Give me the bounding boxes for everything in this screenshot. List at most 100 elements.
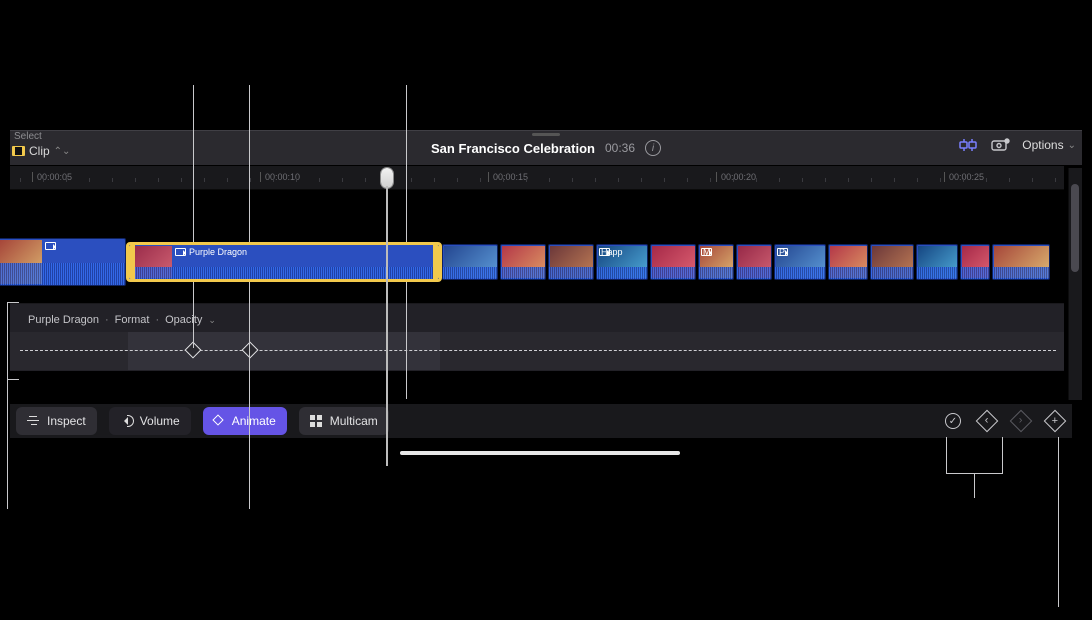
- timeline-clip[interactable]: [828, 244, 868, 280]
- ruler-microtick: [112, 178, 113, 182]
- ruler-microtick: [687, 178, 688, 182]
- timeline-clip[interactable]: [736, 244, 772, 280]
- timeline-clip[interactable]: [916, 244, 958, 280]
- record-voiceover-icon[interactable]: [990, 137, 1010, 153]
- callout-line: [974, 473, 975, 498]
- keyframe-icon: [214, 415, 226, 427]
- ruler-microtick: [733, 178, 734, 182]
- callout-line: [193, 85, 194, 348]
- multicam-icon: [310, 415, 324, 427]
- vertical-scroll-handle[interactable]: [1071, 184, 1079, 272]
- timeline-clip[interactable]: [870, 244, 914, 280]
- keyframe-lane[interactable]: [10, 332, 1064, 370]
- ruler-tick: 00:00:15: [488, 172, 528, 182]
- timeline-clip[interactable]: [992, 244, 1050, 280]
- ruler-microtick: [572, 178, 573, 182]
- options-menu[interactable]: Options ⌄: [1022, 138, 1076, 152]
- select-mode-label: Clip: [29, 144, 50, 158]
- select-mode-popup[interactable]: Clip ⌃⌄: [12, 144, 70, 158]
- timeline-clip[interactable]: Purple Dragon: [128, 244, 440, 280]
- ruler-microtick: [871, 178, 872, 182]
- keyframe-parameter-popup[interactable]: Purple Dragon · Format · Opacity ⌄: [28, 314, 216, 326]
- ruler-microtick: [43, 178, 44, 182]
- clip-audio-waveform: [871, 267, 913, 279]
- timeline-clip[interactable]: [650, 244, 696, 280]
- ruler-microtick: [802, 178, 803, 182]
- clip-audio-waveform: [0, 263, 125, 285]
- keyframe-clip-range: [128, 332, 440, 370]
- clip-audio-waveform: [917, 267, 957, 279]
- timeline-clip[interactable]: [0, 238, 126, 286]
- ruler-microtick: [825, 178, 826, 182]
- project-duration: 00:36: [605, 141, 635, 155]
- horizontal-scrollbar[interactable]: [400, 451, 680, 455]
- ruler-microtick: [641, 178, 642, 182]
- ruler-tick: 00:00:20: [716, 172, 756, 182]
- timeline-clip[interactable]: [548, 244, 594, 280]
- separator-dot: ·: [155, 314, 159, 326]
- timeline-header: Select Clip ⌃⌄ San Francisco Celebration…: [10, 130, 1082, 165]
- timeline-ruler[interactable]: 00:00:0500:00:1000:00:1500:00:2000:00:25: [10, 166, 1064, 190]
- add-keyframe-button[interactable]: +: [1044, 410, 1066, 432]
- ruler-microtick: [710, 178, 711, 182]
- ruler-microtick: [595, 178, 596, 182]
- video-icon: [45, 242, 56, 250]
- select-tool-region: Select Clip ⌃⌄: [10, 129, 80, 167]
- ruler-microtick: [503, 178, 504, 182]
- ruler-microtick: [480, 178, 481, 182]
- enable-keyframes-button[interactable]: ✓: [942, 410, 964, 432]
- chevron-down-icon: ⌄: [1068, 140, 1076, 151]
- ruler-microtick: [66, 178, 67, 182]
- clip-label: M: [703, 247, 711, 257]
- select-label: Select: [14, 131, 42, 142]
- volume-label: Volume: [140, 414, 180, 428]
- clip-audio-waveform: [129, 267, 439, 279]
- ruler-tick-label: 00:00:25: [949, 172, 984, 182]
- previous-keyframe-button[interactable]: ‹: [976, 410, 998, 432]
- bottom-toolbar: Inspect Volume Animate Multicam ✓ ‹ › +: [10, 404, 1072, 438]
- multicam-button[interactable]: Multicam: [299, 407, 389, 435]
- callout-line: [249, 85, 250, 509]
- updown-chevron-icon: ⌃⌄: [54, 146, 71, 157]
- connected-clips-icon[interactable]: [958, 137, 978, 153]
- vertical-scrollbar[interactable]: [1068, 168, 1082, 400]
- ruler-microtick: [135, 178, 136, 182]
- ruler-tick-label: 00:00:15: [493, 172, 528, 182]
- primary-storyline-track[interactable]: Purple Dragon Happ M P: [0, 244, 1064, 280]
- callout-line: [7, 379, 19, 380]
- keyframe-value-line[interactable]: [20, 350, 1056, 351]
- clip-audio-waveform: [501, 267, 545, 279]
- info-icon[interactable]: i: [645, 140, 661, 156]
- diamond-right-icon: ›: [1010, 410, 1033, 433]
- playhead[interactable]: [381, 168, 393, 188]
- ruler-microtick: [549, 178, 550, 182]
- clip-audio-waveform: [549, 267, 593, 279]
- inspect-button[interactable]: Inspect: [16, 407, 97, 435]
- keyframe-clip-name: Purple Dragon: [28, 314, 99, 326]
- ruler-microtick: [894, 178, 895, 182]
- timeline-clip[interactable]: M: [698, 244, 734, 280]
- timeline-clip[interactable]: P: [774, 244, 826, 280]
- ruler-microtick: [250, 178, 251, 182]
- resize-handle-icon[interactable]: [532, 133, 560, 136]
- timeline-clip[interactable]: [960, 244, 990, 280]
- project-title: San Francisco Celebration: [431, 141, 595, 156]
- ruler-microtick: [158, 178, 159, 182]
- ruler-tick-label: 00:00:10: [265, 172, 300, 182]
- speaker-icon: [120, 415, 134, 427]
- clip-trim-handle-right[interactable]: [433, 245, 439, 279]
- volume-button[interactable]: Volume: [109, 407, 191, 435]
- separator-dot: ·: [105, 314, 109, 326]
- animate-button[interactable]: Animate: [203, 407, 287, 435]
- clip-trim-handle-left[interactable]: [129, 245, 135, 279]
- clip-audio-waveform: [993, 267, 1049, 279]
- ruler-microtick: [1009, 178, 1010, 182]
- keyframe-category: Format: [115, 314, 150, 326]
- diamond-plus-icon: +: [1044, 410, 1067, 433]
- timeline-clip[interactable]: [500, 244, 546, 280]
- ruler-microtick: [1032, 178, 1033, 182]
- timeline-clip[interactable]: [442, 244, 498, 280]
- timeline-clip[interactable]: Happ: [596, 244, 648, 280]
- project-title-group: San Francisco Celebration 00:36 i: [431, 140, 661, 156]
- next-keyframe-button[interactable]: ›: [1010, 410, 1032, 432]
